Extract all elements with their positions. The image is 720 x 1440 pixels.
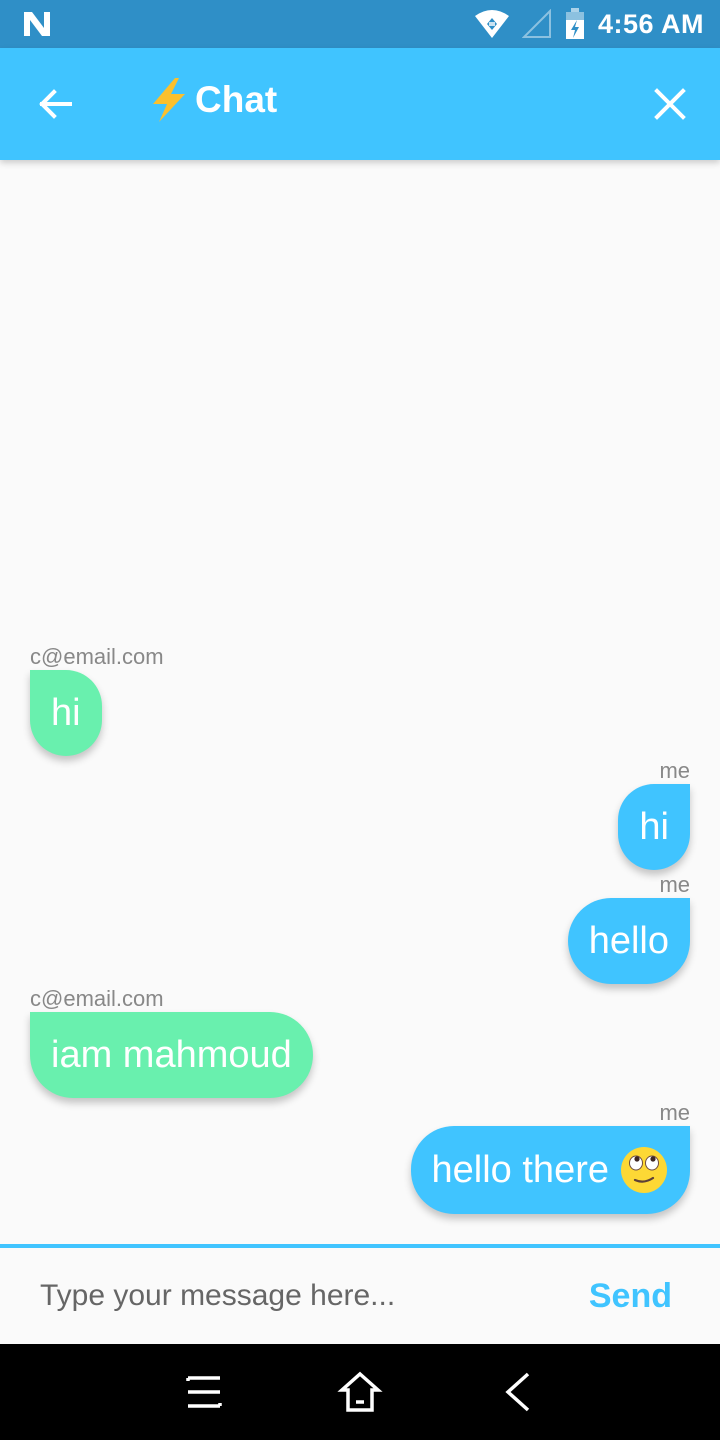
message-text: hi <box>639 805 669 848</box>
arrow-back-icon[interactable] <box>36 84 76 124</box>
close-icon[interactable] <box>650 84 690 124</box>
navigation-bar <box>0 1344 720 1440</box>
menu-icon[interactable] <box>180 1368 228 1416</box>
status-bar: 4:56 AM <box>0 0 720 48</box>
battery-charging-icon <box>565 8 584 39</box>
lightning-bolt-icon <box>153 78 185 122</box>
n-logo-icon <box>24 12 50 36</box>
message-bubble-outgoing: hi <box>618 784 690 870</box>
status-icons: 4:56 AM <box>474 0 704 48</box>
rolling-eyes-emoji-icon <box>621 1147 667 1193</box>
message-bubble-incoming: iam mahmoud <box>30 1012 313 1098</box>
message-list[interactable]: c@email.com hi me hi me hello c@email.co… <box>0 160 720 1245</box>
message-text: hello there <box>431 1148 609 1191</box>
app-bar: Chat <box>0 48 720 160</box>
title-text: Chat <box>195 79 278 120</box>
signal-icon <box>521 9 551 38</box>
chat-screen: 4:56 AM Chat c@email.com hi me hi me hel… <box>0 0 720 1440</box>
message-sender: me <box>659 1100 690 1125</box>
message-sender: me <box>659 872 690 897</box>
composer: Send <box>0 1248 720 1344</box>
wifi-icon <box>474 10 509 38</box>
message-sender: me <box>659 758 690 783</box>
message-text: hello <box>588 919 669 962</box>
send-button[interactable]: Send <box>589 1272 672 1320</box>
page-title: Chat <box>145 76 277 124</box>
status-time: 4:56 AM <box>597 8 704 39</box>
message-bubble-outgoing: hello <box>567 898 690 984</box>
home-icon[interactable] <box>336 1368 384 1416</box>
message-sender: c@email.com <box>30 986 164 1011</box>
message-bubble-outgoing: hello there <box>410 1126 690 1214</box>
message-text: hi <box>51 691 81 734</box>
message-sender: c@email.com <box>30 644 164 669</box>
back-icon[interactable] <box>494 1368 542 1416</box>
message-bubble-incoming: hi <box>30 670 102 756</box>
message-input[interactable] <box>40 1272 540 1320</box>
message-text: iam mahmoud <box>51 1033 292 1076</box>
